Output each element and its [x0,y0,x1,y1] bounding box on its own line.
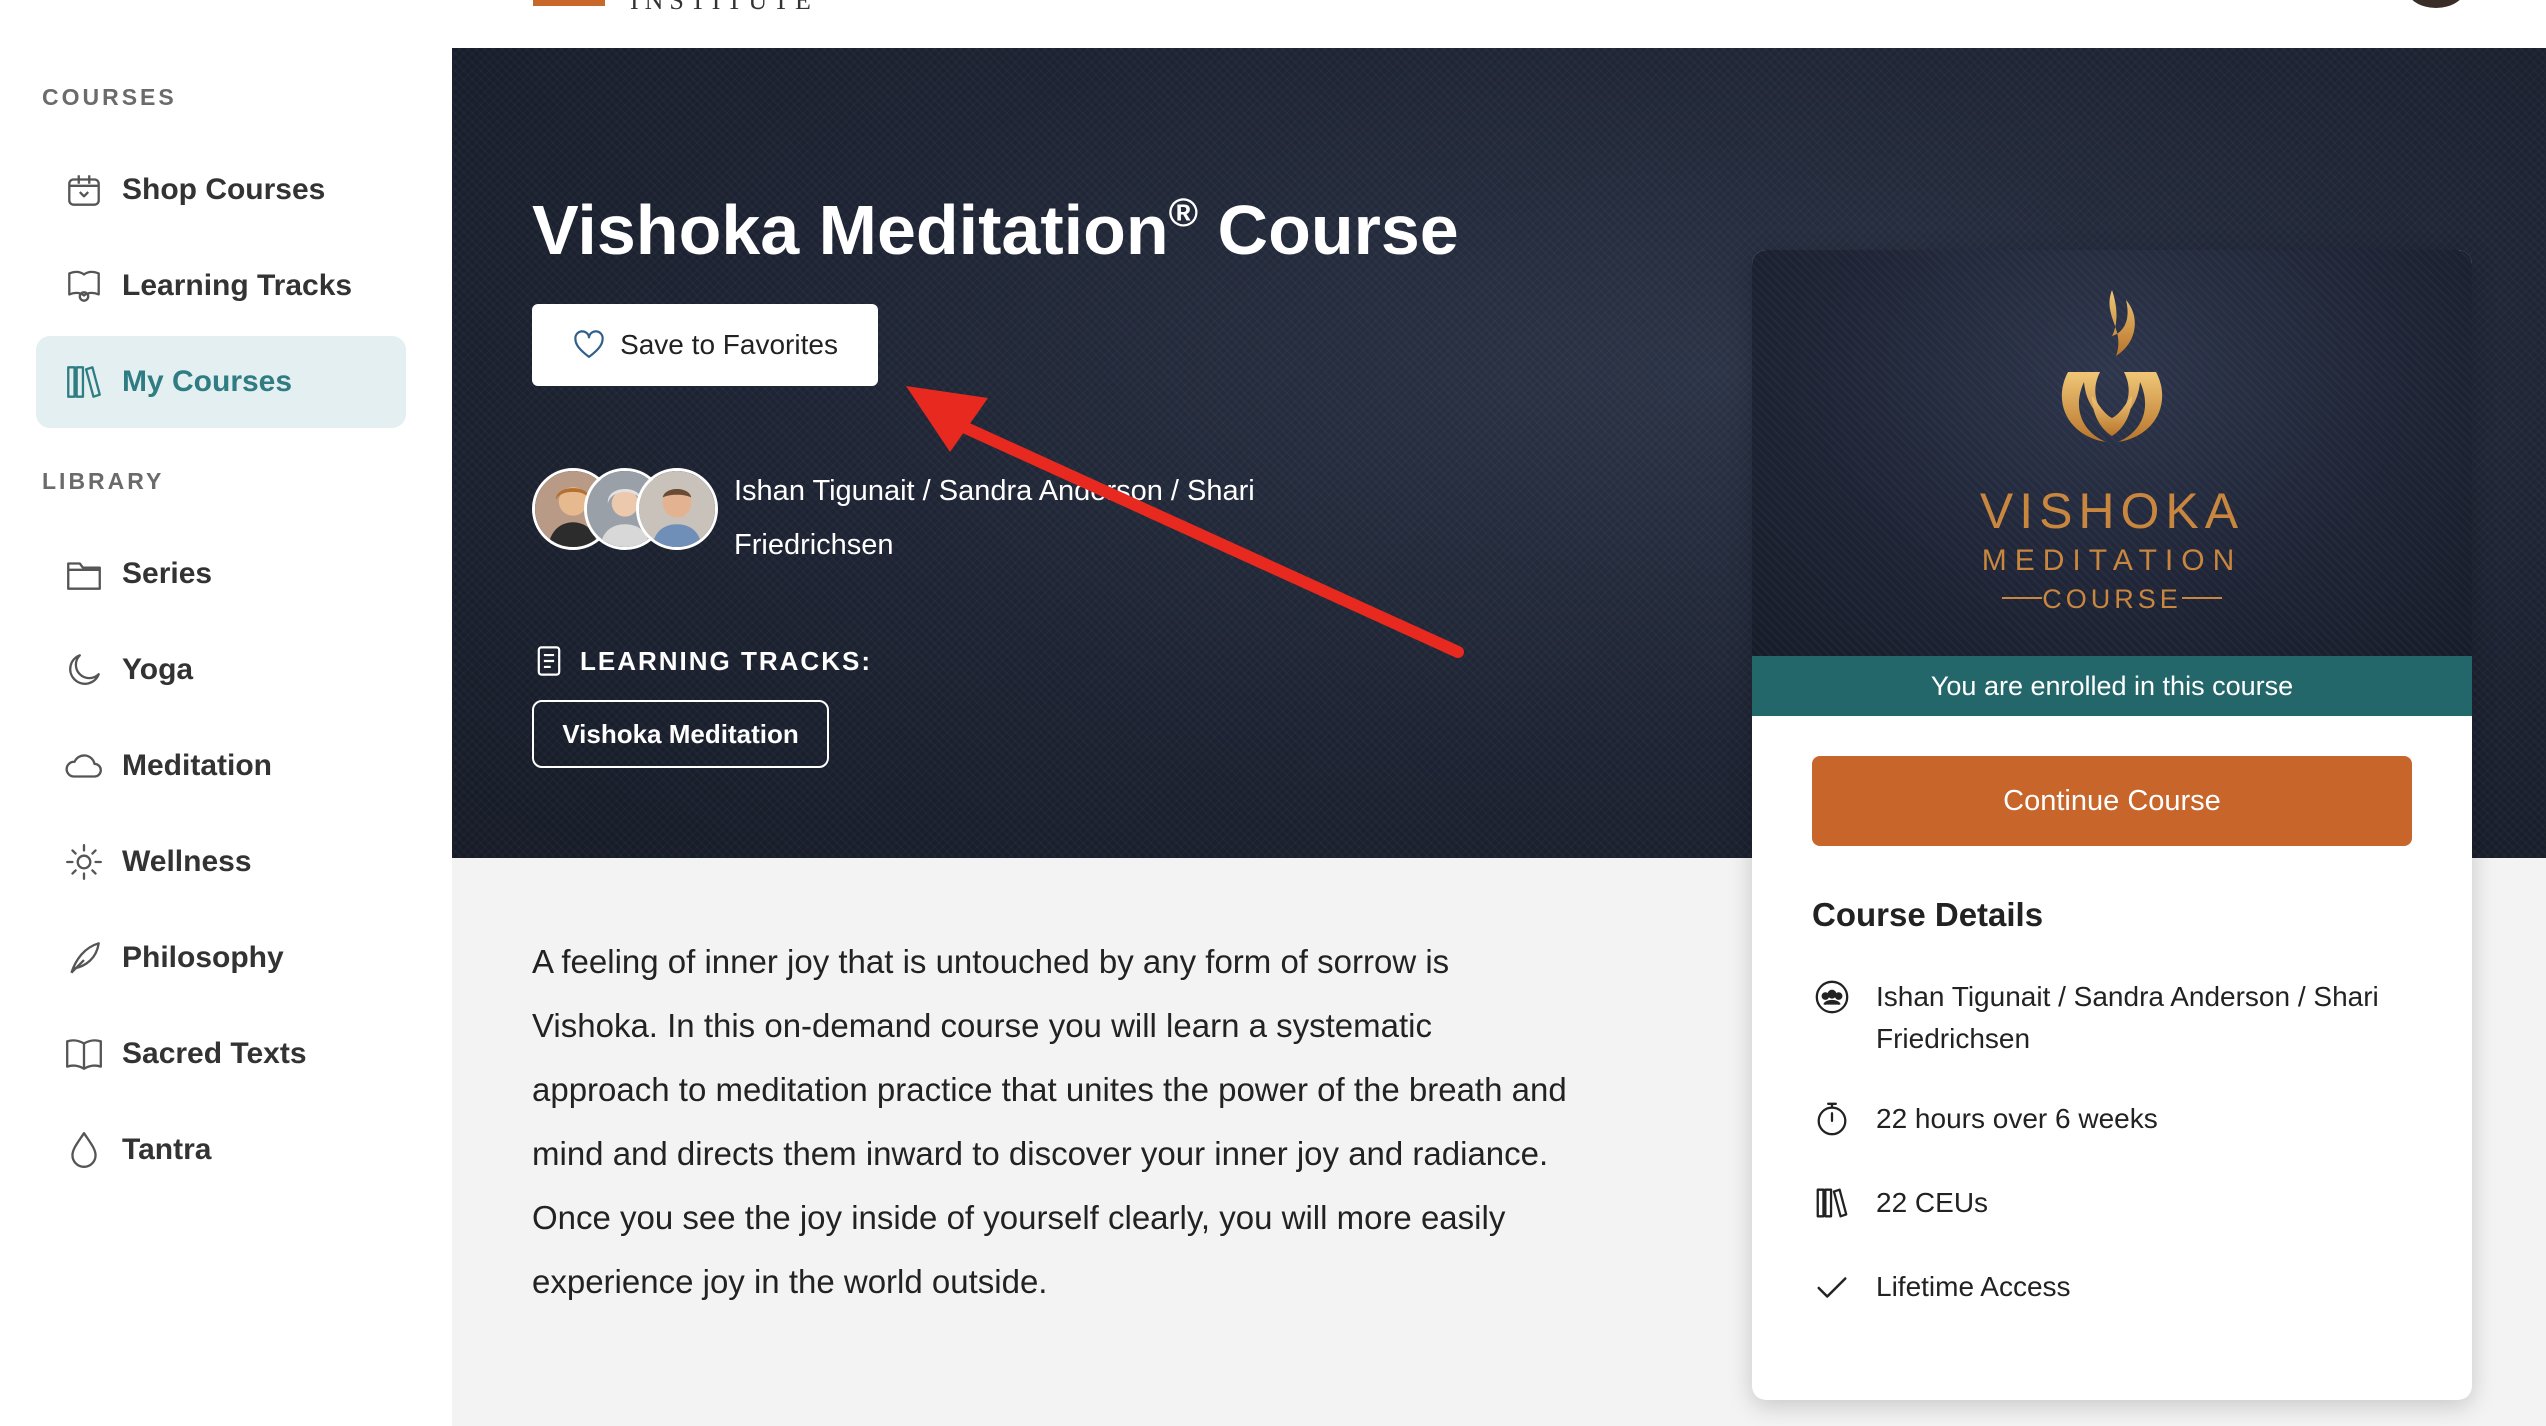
detail-instructors: Ishan Tigunait / Sandra Anderson / Shari… [1812,976,2432,1060]
sidebar-item-label: Meditation [122,749,272,782]
detail-text: Ishan Tigunait / Sandra Anderson / Shari… [1876,981,2379,1054]
top-header: INSTITUTE [0,0,2546,48]
logo-text[interactable]: INSTITUTE [630,0,817,16]
sidebar-item-label: My Courses [122,365,293,398]
vishoka-logo: VISHOKA MEDITATION COURSE [1980,290,2244,614]
learning-tracks-heading: LEARNING TRACKS: [580,645,872,676]
enrollment-status-banner: You are enrolled in this course [1752,656,2472,716]
save-to-favorites-button[interactable]: Save to Favorites [532,304,878,386]
course-title-text: Vishoka Meditation [532,191,1169,269]
document-icon [537,646,561,676]
sidebar-item-my-courses[interactable]: My Courses [36,336,406,428]
sun-icon [62,840,106,884]
sidebar-item-label: Wellness [122,845,252,878]
course-card: VISHOKA MEDITATION COURSE You are enroll… [1752,250,2472,1400]
learning-tracks-icon [62,264,106,308]
detail-ceus: 22 CEUs [1812,1182,2432,1224]
course-thumbnail: VISHOKA MEDITATION COURSE [1752,250,2472,656]
save-to-favorites-label: Save to Favorites [620,329,838,360]
sidebar-item-philosophy[interactable]: Philosophy [36,912,406,1004]
detail-text: Lifetime Access [1876,1271,2071,1302]
sidebar-item-yoga[interactable]: Yoga [36,624,406,716]
sidebar-item-meditation[interactable]: Meditation [36,720,406,812]
sidebar-item-shop-courses[interactable]: Shop Courses [36,144,406,236]
course-title-suffix: Course [1198,191,1459,269]
sidebar-item-learning-tracks[interactable]: Learning Tracks [36,240,406,332]
instructor-avatars [532,468,722,550]
logo-line-1: VISHOKA [1980,483,2244,539]
instructors-line: Ishan Tigunait / Sandra Anderson / Shari [734,475,1255,507]
course-title: Vishoka Meditation® Course [532,190,1459,270]
sidebar-item-series[interactable]: Series [36,528,406,620]
registered-mark: ® [1168,191,1199,235]
sidebar-item-sacred-texts[interactable]: Sacred Texts [36,1008,406,1100]
sidebar-item-label: Series [122,557,213,590]
detail-duration: 22 hours over 6 weeks [1812,1098,2432,1140]
courses-section-label: COURSES [42,84,177,110]
books-icon [62,360,106,404]
continue-course-button[interactable]: Continue Course [1812,756,2412,846]
stopwatch-icon [1812,1098,1852,1140]
course-description: A feeling of inner joy that is untouched… [532,943,1567,1300]
sidebar: COURSES Shop Courses Learning Tracks My … [0,0,452,1426]
detail-access: Lifetime Access [1812,1266,2432,1308]
sidebar-item-tantra[interactable]: Tantra [36,1104,406,1196]
sidebar-item-wellness[interactable]: Wellness [36,816,406,908]
instructors-line: Friedrichsen [734,529,894,561]
logo-line-2: MEDITATION [1982,544,2243,577]
detail-text: 22 hours over 6 weeks [1876,1103,2158,1134]
people-icon [1812,976,1852,1018]
cloud-icon [62,744,106,788]
learning-track-chip[interactable]: Vishoka Meditation [532,700,829,768]
sidebar-item-label: Sacred Texts [122,1037,307,1070]
library-section-label: LIBRARY [42,468,165,494]
books-icon [1812,1182,1852,1224]
logo-mark[interactable] [533,0,605,6]
heart-icon [574,330,604,359]
avatar[interactable] [636,468,718,550]
checkmark-icon [1812,1266,1852,1308]
sidebar-item-label: Learning Tracks [122,269,353,302]
course-instructors: Ishan Tigunait / Sandra Anderson / Shari… [734,464,1334,572]
logo-line-3: COURSE [2042,584,2182,614]
folder-icon [62,552,106,596]
user-avatar[interactable] [2406,0,2466,8]
shop-icon [62,168,106,212]
sidebar-item-label: Tantra [122,1133,212,1166]
open-book-icon [62,1032,106,1076]
detail-text: 22 CEUs [1876,1187,1989,1218]
sidebar-item-label: Shop Courses [122,173,326,206]
learning-tracks-label: LEARNING TRACKS: [532,644,872,678]
feather-icon [62,936,106,980]
sidebar-item-label: Philosophy [122,941,284,974]
drop-icon [62,1128,106,1172]
moon-icon [62,648,106,692]
course-details-title: Course Details [1812,896,2044,933]
sidebar-item-label: Yoga [122,653,194,686]
